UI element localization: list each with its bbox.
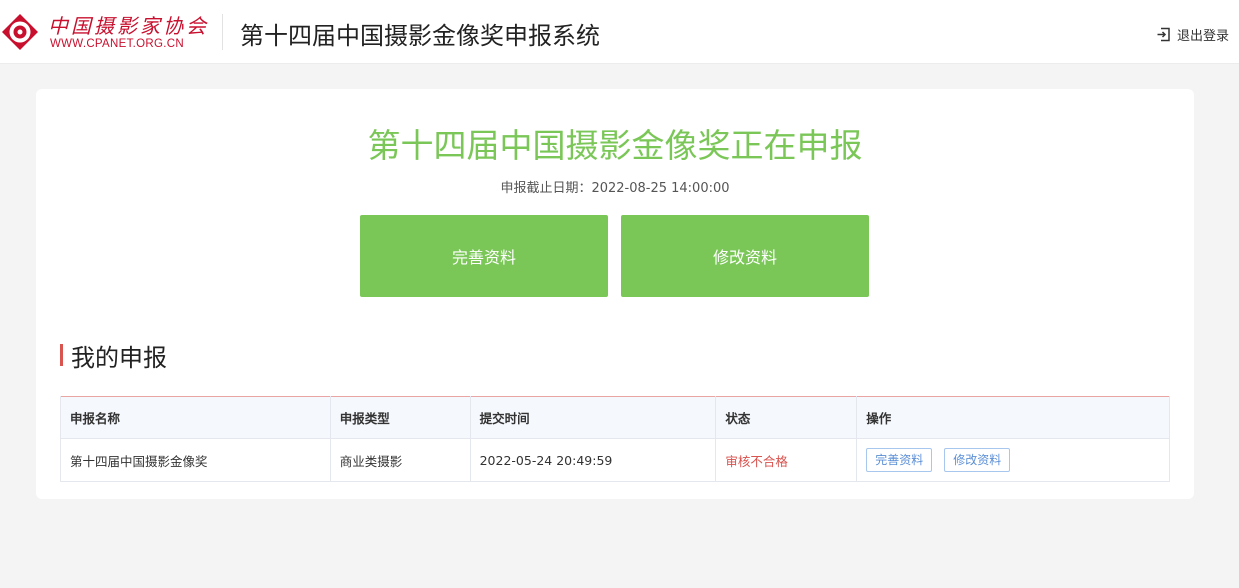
- table-header-row: 申报名称 申报类型 提交时间 状态 操作: [60, 396, 1170, 439]
- column-header-type: 申报类型: [329, 396, 471, 439]
- column-header-time: 提交时间: [469, 396, 717, 439]
- main-card: 第十四届中国摄影金像奖正在申报 申报截止日期：2022-08-25 14:00:…: [36, 89, 1194, 499]
- logout-label: 退出登录: [1176, 29, 1229, 44]
- cell-submit-time: 2022-05-24 20:49:59: [469, 438, 717, 482]
- cell-status: 审核不合格: [715, 438, 858, 482]
- complete-info-button[interactable]: 完善资料: [360, 215, 608, 297]
- cell-type: 商业类摄影: [329, 438, 471, 482]
- section-heading: 我的申报: [60, 341, 167, 372]
- hero-title: 第十四届中国摄影金像奖正在申报: [367, 126, 863, 165]
- column-header-name: 申报名称: [60, 396, 331, 439]
- logout-button[interactable]: 退出登录: [1156, 25, 1229, 44]
- section-accent-bar: [60, 344, 63, 366]
- deadline-text: 申报截止日期：2022-08-25 14:00:00: [500, 181, 730, 196]
- header-divider: [222, 14, 223, 50]
- top-header: 中国摄影家协会 WWW.CPANET.ORG.CN 第十四届中国摄影金像奖申报系…: [0, 0, 1239, 64]
- applications-table: 申报名称 申报类型 提交时间 状态 操作 第十四届中国摄影金像奖 商业类摄影 2…: [60, 396, 1170, 482]
- logo-mark-icon: [2, 14, 38, 50]
- column-header-status: 状态: [715, 396, 858, 439]
- table-row: 第十四届中国摄影金像奖 商业类摄影 2022-05-24 20:49:59 审核…: [60, 438, 1170, 482]
- column-header-actions: 操作: [856, 396, 1170, 439]
- cell-name: 第十四届中国摄影金像奖: [60, 438, 331, 482]
- logo-chinese-text: 中国摄影家协会: [48, 14, 209, 38]
- cell-actions: 完善资料 修改资料: [856, 438, 1170, 482]
- row-modify-button[interactable]: 修改资料: [944, 448, 1011, 472]
- row-complete-button[interactable]: 完善资料: [866, 448, 933, 472]
- logout-icon: [1157, 27, 1170, 42]
- system-title: 第十四届中国摄影金像奖申报系统: [240, 22, 600, 50]
- cpanet-logo[interactable]: 中国摄影家协会 WWW.CPANET.ORG.CN: [0, 10, 215, 56]
- logo-url-text: WWW.CPANET.ORG.CN: [50, 38, 184, 50]
- modify-info-button[interactable]: 修改资料: [621, 215, 869, 297]
- section-title: 我的申报: [71, 343, 167, 372]
